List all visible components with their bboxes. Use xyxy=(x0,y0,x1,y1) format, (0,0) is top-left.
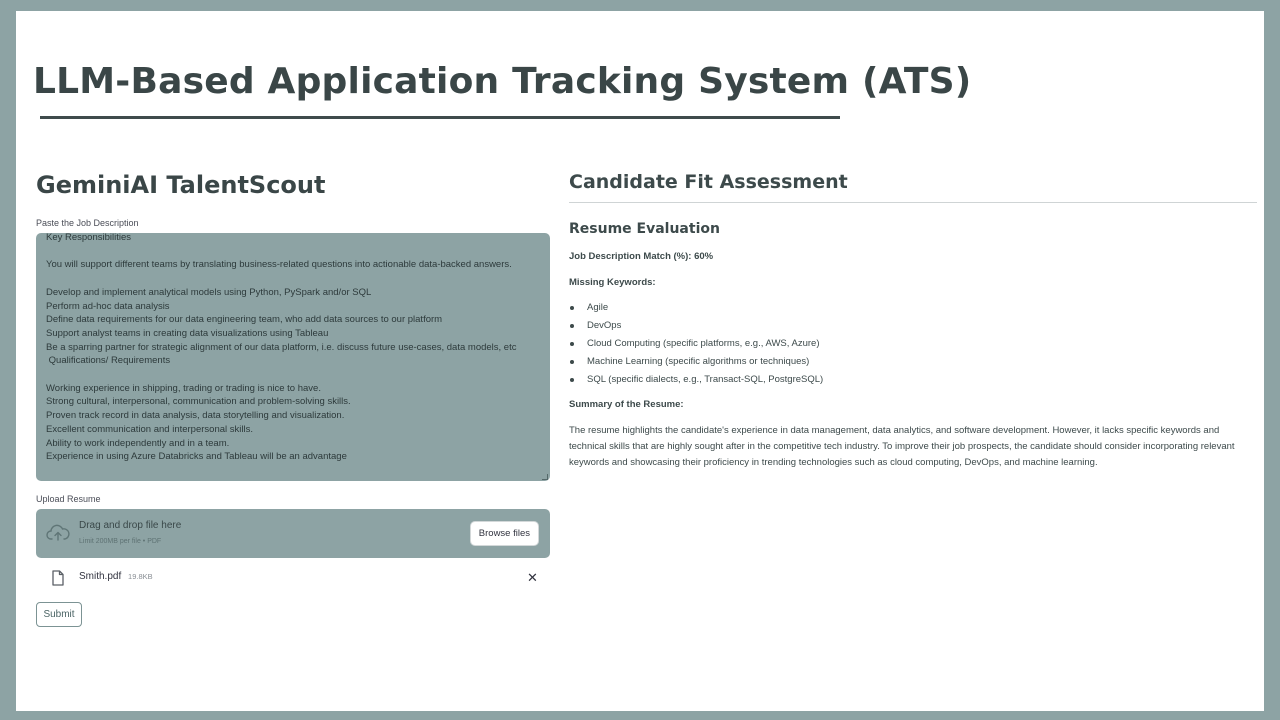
file-size: 19.8KB xyxy=(128,572,153,581)
resume-evaluation-heading: Resume Evaluation xyxy=(569,221,720,237)
app-title: GeminiAI TalentScout xyxy=(36,171,326,199)
submit-button[interactable]: Submit xyxy=(36,602,82,627)
list-item: Machine Learning (specific algorithms or… xyxy=(569,353,823,371)
assessment-title: Candidate Fit Assessment xyxy=(569,171,848,193)
drop-zone-instruction: Drag and drop file here xyxy=(79,520,182,531)
list-item: Cloud Computing (specific platforms, e.g… xyxy=(569,335,823,353)
missing-keywords-label: Missing Keywords: xyxy=(569,277,656,288)
slide-panel: LLM-Based Application Tracking System (A… xyxy=(16,11,1264,711)
match-percentage: Job Description Match (%): 60% xyxy=(569,251,714,262)
assessment-divider xyxy=(569,202,1257,203)
cloud-upload-icon xyxy=(46,524,70,541)
list-item: Agile xyxy=(569,299,823,317)
upload-resume-label: Upload Resume xyxy=(36,494,101,504)
list-item: DevOps xyxy=(569,317,823,335)
job-description-textarea[interactable]: Key Responsibilities You will support di… xyxy=(36,233,550,481)
resize-handle[interactable] xyxy=(542,474,548,480)
drop-zone-limit: Limit 200MB per file • PDF xyxy=(79,538,162,545)
job-description-label: Paste the Job Description xyxy=(36,218,139,228)
close-icon[interactable]: ✕ xyxy=(527,571,538,584)
title-underline xyxy=(40,116,840,119)
summary-label: Summary of the Resume: xyxy=(569,399,684,410)
uploaded-file-row: Smith.pdf 19.8KB ✕ xyxy=(36,567,550,589)
page-title: LLM-Based Application Tracking System (A… xyxy=(33,61,972,102)
browse-files-button[interactable]: Browse files xyxy=(469,521,539,546)
list-item: SQL (specific dialects, e.g., Transact-S… xyxy=(569,371,823,389)
summary-text: The resume highlights the candidate's ex… xyxy=(569,425,1235,468)
file-name-text: Smith.pdf xyxy=(79,571,122,582)
missing-keywords-list: Agile DevOps Cloud Computing (specific p… xyxy=(569,299,823,389)
job-description-text: Key Responsibilities You will support di… xyxy=(46,233,517,463)
file-name: Smith.pdf 19.8KB xyxy=(79,571,153,582)
file-icon xyxy=(52,570,64,586)
file-drop-zone[interactable]: Drag and drop file here Limit 200MB per … xyxy=(36,509,550,558)
